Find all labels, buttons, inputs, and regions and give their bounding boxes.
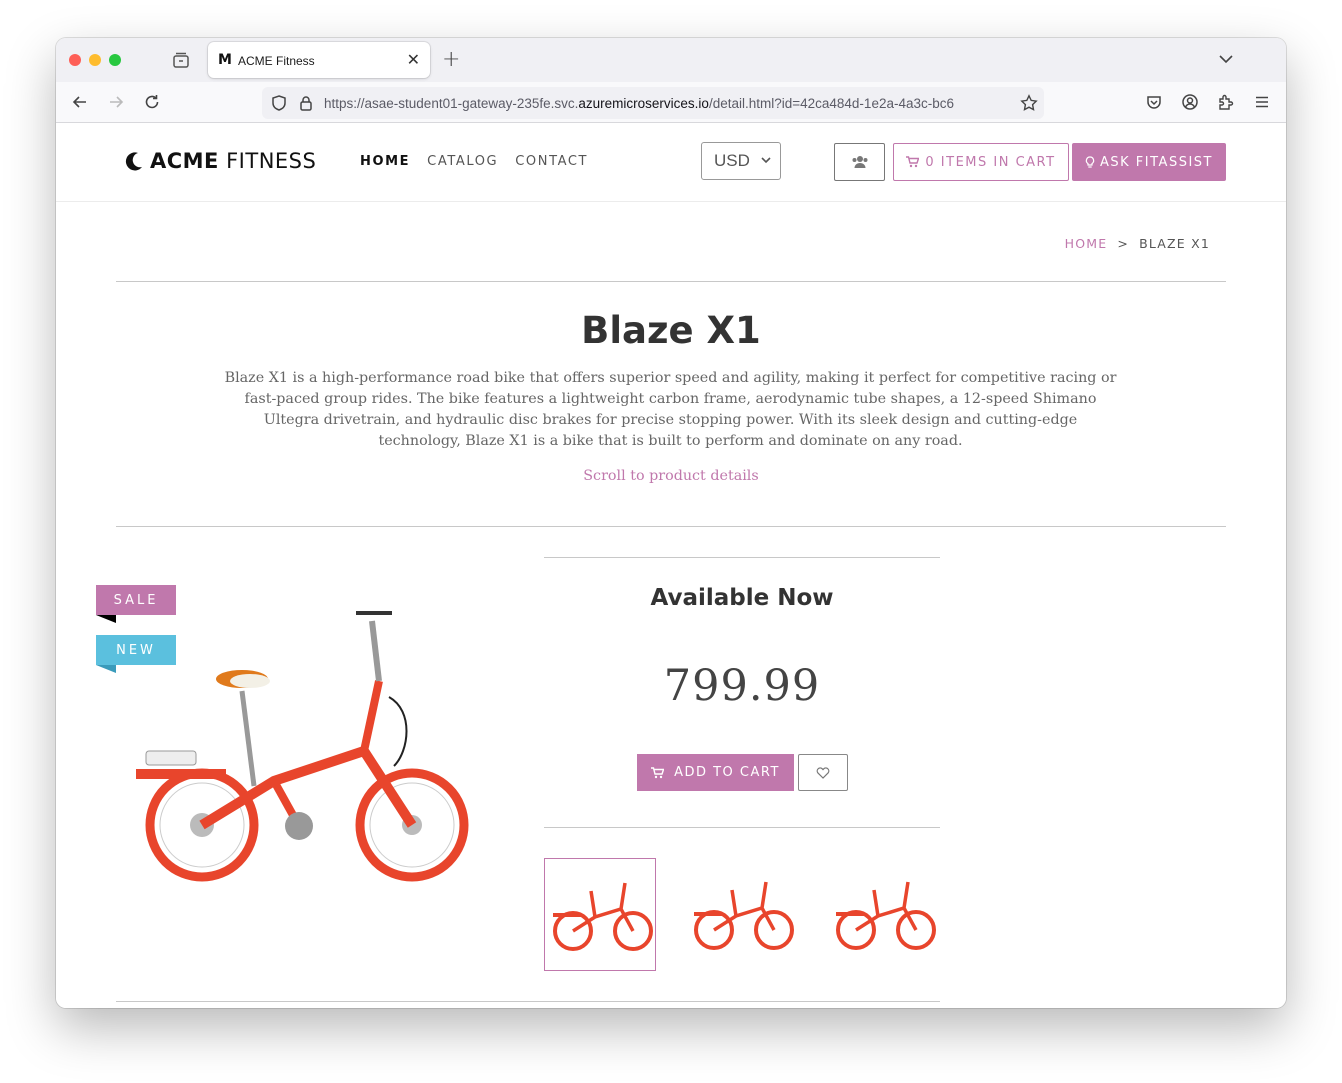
- main-nav: HOME CATALOG CONTACT: [360, 154, 588, 169]
- web-page: ACME FITNESS HOME CATALOG CONTACT USD 0 …: [56, 123, 1286, 1008]
- breadcrumb-home[interactable]: HOME: [1065, 236, 1108, 251]
- thumbnail-image: [836, 881, 936, 950]
- wishlist-button[interactable]: [798, 754, 848, 791]
- chevron-down-icon: [761, 157, 771, 164]
- nav-catalog[interactable]: CATALOG: [427, 154, 498, 169]
- nav-contact[interactable]: CONTACT: [515, 154, 588, 169]
- divider: [116, 281, 1226, 282]
- user-button[interactable]: [834, 143, 885, 181]
- zoom-window-button[interactable]: [109, 54, 121, 66]
- heart-icon: [816, 766, 830, 779]
- cart-icon: [906, 156, 920, 168]
- product-title: Blaze X1: [581, 309, 761, 352]
- currency-select[interactable]: USD: [701, 142, 781, 180]
- scroll-to-details-link[interactable]: Scroll to product details: [56, 468, 1286, 484]
- url-bar[interactable]: https://asae-student01-gateway-235fe.svc…: [262, 87, 1044, 119]
- breadcrumb: HOME > BLAZE X1: [1065, 236, 1210, 251]
- menu-icon[interactable]: [1253, 93, 1271, 111]
- tab-close-icon[interactable]: ✕: [407, 50, 420, 69]
- ask-fitassist-label: ASK FITASSIST: [1100, 154, 1213, 170]
- logo-text-bold: ACME: [150, 149, 219, 173]
- logo-moon-icon: [125, 152, 142, 171]
- browser-window: M ACME Fitness ✕ + https://asae-student0…: [56, 38, 1286, 1008]
- cart-label: 0 ITEMS IN CART: [925, 154, 1056, 170]
- availability-heading: Available Now: [650, 585, 834, 611]
- new-badge-fold: [96, 665, 116, 673]
- product-thumbnail-3[interactable]: [828, 858, 940, 971]
- bookmark-star-icon[interactable]: [1020, 94, 1038, 112]
- tab-list-chevron-icon[interactable]: [1218, 51, 1234, 67]
- cart-button[interactable]: 0 ITEMS IN CART: [893, 143, 1069, 181]
- ask-fitassist-button[interactable]: ASK FITASSIST: [1072, 143, 1226, 181]
- product-thumbnail-2[interactable]: [686, 858, 798, 971]
- reload-icon[interactable]: [143, 93, 161, 111]
- tab-strip: M ACME Fitness ✕ +: [56, 38, 1286, 82]
- active-tab[interactable]: M ACME Fitness ✕: [208, 42, 430, 78]
- tab-title: ACME Fitness: [238, 54, 315, 68]
- divider: [116, 526, 1226, 527]
- cart-icon: [651, 766, 665, 778]
- navigation-toolbar: https://asae-student01-gateway-235fe.svc…: [56, 82, 1286, 123]
- shield-icon[interactable]: [270, 94, 288, 112]
- bike-illustration: [136, 611, 469, 882]
- thumbnail-image: [553, 882, 653, 951]
- product-thumbnail-1[interactable]: [544, 858, 656, 971]
- product-price: 799.99: [663, 661, 821, 711]
- breadcrumb-separator: >: [1117, 236, 1130, 251]
- pocket-icon[interactable]: [1145, 93, 1163, 111]
- thumbnail-image: [694, 881, 794, 950]
- tab-overview-icon[interactable]: [172, 51, 190, 69]
- currency-value: USD: [714, 151, 750, 170]
- nav-home[interactable]: HOME: [360, 154, 410, 169]
- divider: [544, 827, 940, 828]
- site-header: ACME FITNESS HOME CATALOG CONTACT USD 0 …: [56, 123, 1286, 202]
- divider: [116, 1001, 940, 1002]
- new-tab-button[interactable]: +: [442, 47, 460, 72]
- minimize-window-button[interactable]: [89, 54, 101, 66]
- add-to-cart-label: ADD TO CART: [674, 765, 780, 780]
- close-window-button[interactable]: [69, 54, 81, 66]
- url-text[interactable]: https://asae-student01-gateway-235fe.svc…: [324, 96, 1024, 111]
- divider: [544, 557, 940, 558]
- account-icon[interactable]: [1181, 93, 1199, 111]
- back-icon[interactable]: [71, 93, 89, 111]
- sale-badge-fold: [96, 615, 116, 623]
- lock-icon[interactable]: [298, 94, 314, 112]
- site-logo[interactable]: ACME FITNESS: [124, 149, 316, 173]
- forward-icon[interactable]: [107, 93, 125, 111]
- add-to-cart-button[interactable]: ADD TO CART: [637, 754, 794, 791]
- extensions-icon[interactable]: [1217, 93, 1235, 111]
- lightbulb-icon: [1085, 155, 1095, 168]
- breadcrumb-current: BLAZE X1: [1139, 236, 1210, 251]
- product-description: Blaze X1 is a high-performance road bike…: [224, 370, 1117, 449]
- users-icon: [852, 156, 867, 168]
- product-main-image: [136, 611, 469, 882]
- logo-text-light: FITNESS: [218, 149, 317, 173]
- tab-favicon: M: [218, 52, 232, 68]
